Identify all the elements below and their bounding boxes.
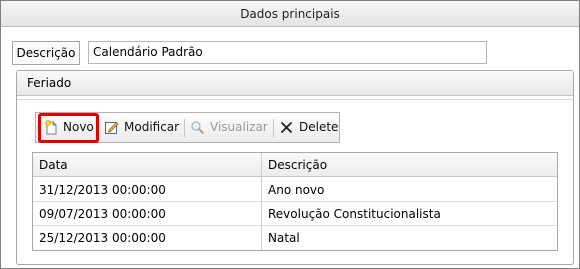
cell-data: 31/12/2013 00:00:00: [39, 183, 166, 197]
feriado-table: Data Descrição 31/12/2013 00:00:00 Ano n…: [32, 152, 558, 251]
table-row[interactable]: 25/12/2013 00:00:00 Natal: [33, 226, 557, 250]
table-row[interactable]: 31/12/2013 00:00:00 Ano novo: [33, 178, 557, 202]
cell-descricao: Ano novo: [268, 183, 325, 197]
feriado-panel-title: Feriado: [17, 71, 573, 96]
cell-descricao: Natal: [268, 231, 300, 245]
feriado-panel: Feriado Novo Modificar Visualizar Delete…: [16, 70, 574, 265]
cell-data: 09/07/2013 00:00:00: [39, 207, 166, 221]
column-header-descricao[interactable]: Descrição: [262, 153, 557, 177]
edit-icon: [105, 122, 119, 134]
table-row[interactable]: 09/07/2013 00:00:00 Revolução Constituci…: [33, 202, 557, 226]
modificar-label: Modificar: [124, 120, 180, 134]
delete-x-icon: [280, 121, 293, 134]
window-title: Dados principais: [1, 1, 579, 27]
descricao-input[interactable]: Calendário Padrão: [88, 41, 487, 64]
delete-button[interactable]: Delete: [279, 113, 339, 142]
table-header: Data Descrição: [33, 153, 557, 177]
modificar-button[interactable]: Modificar: [104, 113, 180, 142]
magnifier-icon: [191, 121, 205, 135]
panel-divider: [17, 99, 573, 100]
cell-descricao: Revolução Constitucionalista: [268, 207, 441, 221]
toolbar-separator: [184, 119, 185, 137]
descricao-label: Descrição: [12, 41, 80, 65]
novo-highlight-box: [38, 113, 99, 143]
main-window: Dados principais Descrição Calendário Pa…: [0, 0, 580, 269]
visualizar-label: Visualizar: [210, 120, 268, 134]
delete-label: Delete: [299, 120, 339, 134]
column-header-data[interactable]: Data: [33, 153, 261, 177]
toolbar-separator: [273, 119, 274, 137]
visualizar-button[interactable]: Visualizar: [190, 113, 268, 142]
cell-data: 25/12/2013 00:00:00: [39, 231, 166, 245]
